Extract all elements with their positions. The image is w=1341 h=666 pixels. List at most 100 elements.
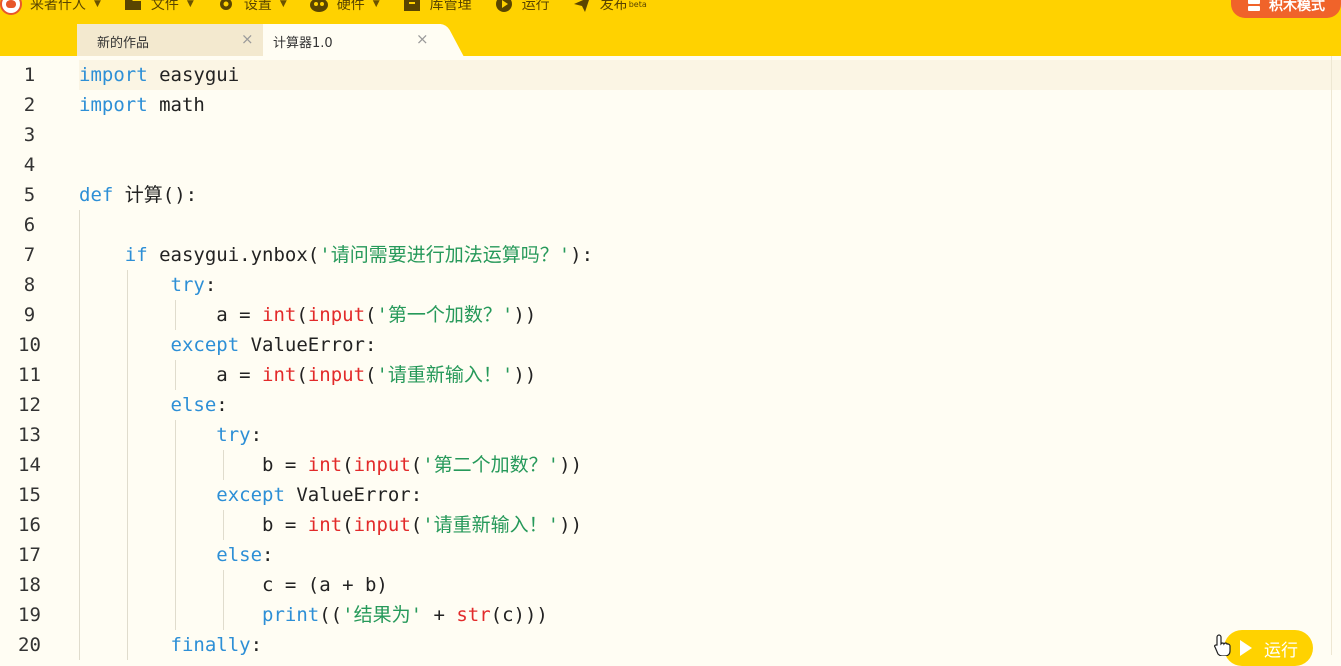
tab-calculator[interactable]: 计算器1.0 × [263,24,441,56]
indent-guide [175,360,176,390]
chevron-down-icon: ▼ [372,0,380,9]
line-number: 12 [18,394,41,416]
indent-guide [175,300,176,330]
code-line: a = int(input('第一个加数？')) [79,300,1341,330]
indent-guide [127,510,128,540]
folder-icon [123,0,143,14]
line-number: 13 [18,424,41,446]
line-number: 9 [23,304,36,326]
blocks-icon [1247,0,1261,12]
indent-guide [223,510,224,540]
menu-file[interactable]: 文件 ▼ [123,0,194,14]
code-line: try: [79,420,1341,450]
line-number: 7 [23,244,36,266]
menu-publish[interactable]: 发布 beta [572,0,647,14]
code-text: ( [342,514,354,536]
code-line: else: [79,540,1341,570]
code-text: ValueError: [284,484,423,506]
line-number: 2 [23,94,36,116]
editor-scrollbar[interactable] [1331,56,1341,655]
indent-guide [79,570,80,600]
block-mode-label: 积木模式 [1269,0,1325,14]
code-text: : [216,394,228,416]
identifier: math [147,94,205,116]
builtin: int [307,514,343,536]
keyword: except [216,484,285,506]
keyword: try [216,424,251,446]
builtin: input [307,304,366,326]
tab-new-work[interactable]: 新的作品 × [77,24,263,56]
play-icon [494,0,514,14]
indent-guide [127,360,128,390]
menu-library-label: 库管理 [429,0,472,13]
indent-guide [79,270,80,300]
close-icon[interactable]: × [241,30,254,48]
menu-file-label: 文件 [150,0,179,13]
chevron-down-icon: ▼ [186,0,194,9]
line-number: 20 [18,634,41,656]
indent-guide [223,450,224,480]
block-mode-button[interactable]: 积木模式 [1231,0,1341,18]
indent-guide [175,570,176,600]
line-number: 19 [18,604,41,626]
menu-account-label: 来者什人 [30,0,86,13]
main-menu: 来者什人 ▼ 文件 ▼ 设置 ▼ 硬件 ▼ 库管理 运行 发布 beta [0,0,669,16]
indent-guide [127,570,128,600]
indent-guide [127,270,128,300]
run-button[interactable]: 运行 [1224,630,1313,666]
code-text: b = [262,514,308,536]
code-editor[interactable]: 1 2 3 4 5 6 7 8 9 10 11 12 13 14 15 16 1… [0,56,1341,660]
indent-guide [175,510,176,540]
string-literal: '第二个加数？' [422,454,560,476]
code-line [79,210,1341,240]
code-text: : [250,634,263,656]
code-text: easygui.ynbox( [147,244,320,266]
code-area[interactable]: import easygui import math def 计算(): if … [79,60,1341,660]
code-line: def 计算(): [79,180,1341,210]
chevron-down-icon: ▼ [279,0,287,9]
string-literal: '请重新输入！' [422,514,560,536]
close-icon[interactable]: × [416,30,429,48]
builtin: input [307,364,366,386]
code-line: c = (a + b) [79,570,1341,600]
string-literal: '结果为' [342,604,423,626]
string-literal: '请重新输入！' [376,364,514,386]
editor-tabs: 新的作品 × 计算器1.0 × [77,24,441,56]
menu-account[interactable]: 来者什人 ▼ [0,0,101,15]
menu-settings[interactable]: 设置 ▼ [216,0,287,14]
indent-guide [127,330,128,360]
code-text: ( [365,304,377,326]
code-text: b = [262,454,308,476]
code-text: ( [342,454,354,476]
builtin: input [353,454,411,476]
menu-library[interactable]: 库管理 [402,0,472,14]
code-text: )) [559,514,583,536]
menu-settings-label: 设置 [243,0,272,13]
code-line: if easygui.ynbox('请问需要进行加法运算吗？'): [79,240,1341,270]
indent-guide [127,390,128,420]
indent-guide [127,540,128,570]
logo-icon [0,0,22,15]
indent-guide [79,540,80,570]
send-icon [572,0,592,14]
menu-publish-label: 发布 [599,0,628,13]
code-text: (( [319,604,343,626]
line-number: 15 [18,484,41,506]
top-bar: 来者什人 ▼ 文件 ▼ 设置 ▼ 硬件 ▼ 库管理 运行 发布 beta 积木模… [0,0,1341,56]
menu-hardware-label: 硬件 [336,0,365,13]
keyword: except [170,334,240,356]
indent-guide [79,420,80,450]
menu-run-label: 运行 [521,0,550,13]
code-line: except ValueError: [79,330,1341,360]
indent-guide [79,240,80,270]
indent-guide [79,480,80,510]
menu-run[interactable]: 运行 [494,0,550,14]
line-number: 14 [18,454,41,476]
indent-guide [79,630,80,660]
keyword: finally [170,634,251,656]
line-number: 5 [23,184,36,206]
code-text: ( [296,304,308,326]
menu-hardware[interactable]: 硬件 ▼ [309,0,380,14]
keyword: if [124,244,148,266]
